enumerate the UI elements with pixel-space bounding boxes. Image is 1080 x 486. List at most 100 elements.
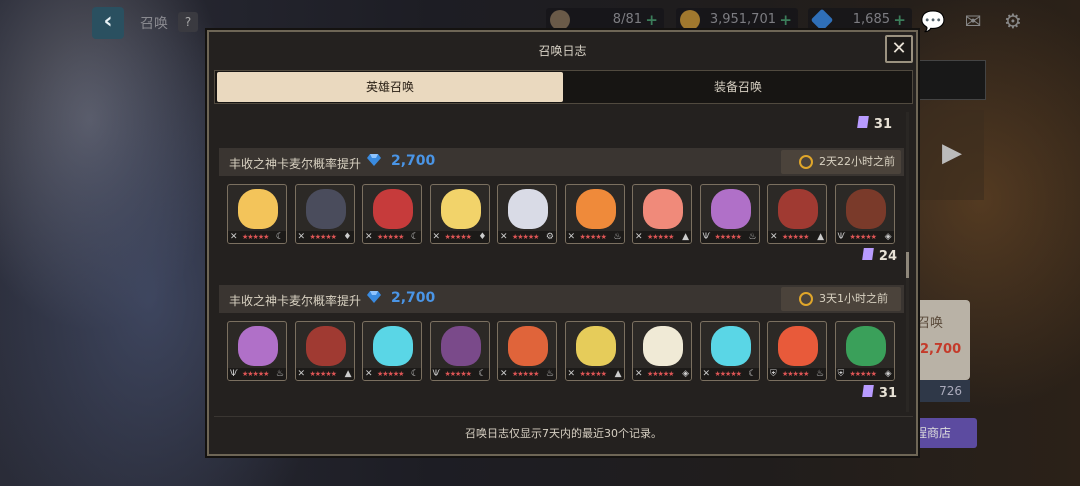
element-icon: ☾ [478,369,487,379]
hero-sprite [305,189,346,229]
hero-info-strip: ✕ ★★★★★ ☾ [363,368,421,380]
hero-info-strip: ✕ ★★★★★ ▲ [295,368,354,380]
summon-button[interactable]: 召唤 2,700 [915,300,970,380]
scrollbar-thumb[interactable] [906,252,909,278]
hero-sprite [845,326,886,366]
class-icon: ✕ [230,232,238,242]
element-icon: ☾ [410,369,419,379]
hero-info-strip: ✕ ★★★★★ ♦ [295,231,354,243]
hero-portrait[interactable]: ✕ ★★★★★ ⚙ [497,184,557,244]
stamina-value: 8/81 [612,12,642,27]
class-icon: Ѱ [837,232,846,242]
hero-portrait[interactable]: ✕ ★★★★★ ☾ [699,321,760,381]
hero-info-strip: ✕ ★★★★★ ☾ [228,231,286,243]
element-icon: ♨ [545,369,554,379]
star-rating-icon: ★★★★★ [309,370,337,378]
star-rating-icon: ★★★★★ [714,233,742,241]
hero-portrait[interactable]: ✕ ★★★★★ ♨ [497,321,557,381]
hero-portrait[interactable]: ✕ ★★★★★ ▲ [632,184,692,244]
hero-portrait[interactable]: ✕ ★★★★★ ♦ [429,184,490,244]
star-rating-icon: ★★★★★ [377,233,404,241]
hero-portrait[interactable]: ✕ ★★★★★ ▲ [767,184,827,244]
star-rating-icon: ★★★★★ [647,233,674,241]
hero-info-strip: ✕ ★★★★★ ☾ [363,231,421,243]
coffee-icon [550,10,570,30]
hero-portrait[interactable]: ✕ ★★★★★ ▲ [294,321,355,381]
settings-gear-icon[interactable]: ⚙ [1000,8,1026,34]
shard-count: 24 [862,248,897,264]
shard-gem-icon [857,116,869,128]
element-icon: ◈ [884,232,892,242]
hero-row: Ѱ ★★★★★ ♨ ✕ ★★★★★ ▲ ✕ ★★★★★ ☾ Ѱ ★★★★★ ☾ ✕ ★★★★★ ♨ ✕ ★★★★… [227,321,903,383]
hero-sprite [710,326,751,366]
shop-button[interactable]: 程商店 [915,418,977,448]
class-icon: ✕ [567,232,576,242]
shard-gem-icon [862,248,874,260]
stamina-counter: 8/81 + [546,8,664,32]
class-icon: ✕ [770,232,778,242]
tab-hero-summon[interactable]: 英雄召唤 [217,72,563,102]
star-rating-icon: ★★★★★ [714,370,742,378]
hero-sprite [643,189,683,229]
hero-sprite [575,326,616,366]
mail-icon[interactable]: ✉ [960,8,986,34]
hero-info-strip: ⛨ ★★★★★ ◈ [835,368,894,380]
class-icon: ⛨ [837,369,845,379]
summon-record-list[interactable]: 31 丰收之神卡麦尔概率提升 2,700 2天22小时之前 ✕ ★★★★★ ☾ ✕ ★★★★★… [214,108,904,412]
tab-equipment-summon[interactable]: 装备召唤 [565,72,911,102]
element-icon: ☾ [748,369,757,379]
hero-portrait[interactable]: ✕ ★★★★★ ◈ [632,321,692,381]
hero-portrait[interactable]: Ѱ ★★★★★ ♨ [227,321,287,381]
gem-icon [367,291,381,303]
hero-portrait[interactable]: ✕ ★★★★★ ☾ [362,184,422,244]
hero-sprite [710,189,751,229]
hero-portrait[interactable]: ⛨ ★★★★★ ◈ [834,321,895,381]
hero-info-strip: Ѱ ★★★★★ ♨ [228,368,286,380]
element-icon: ♨ [748,232,757,242]
gem-icon [367,154,381,166]
element-icon: ♨ [815,369,824,379]
gold-counter: 3,951,701 + [676,8,798,32]
class-icon: ✕ [432,232,441,242]
shard-count: 31 [857,116,892,132]
clock-icon [799,292,813,306]
hero-portrait[interactable]: Ѱ ★★★★★ ♨ [699,184,760,244]
summon-label: 召唤 [917,316,944,331]
close-button[interactable]: ✕ [885,35,913,63]
add-gem-button[interactable]: + [893,8,906,32]
chat-icon[interactable]: 💬 [920,8,946,34]
star-rating-icon: ★★★★★ [377,370,404,378]
hero-portrait[interactable]: ✕ ★★★★★ ▲ [564,321,625,381]
help-button[interactable]: ? [178,12,198,32]
hero-sprite [440,326,481,366]
record-time-badge: 3天1小时之前 [781,287,901,311]
hero-portrait[interactable]: ✕ ★★★★★ ♦ [294,184,355,244]
hero-sprite [575,189,616,229]
class-icon: ✕ [297,369,306,379]
element-icon: ♦ [478,232,487,242]
hero-sprite [440,189,481,229]
next-arrow-icon[interactable]: ▶ [942,138,962,168]
scrollbar[interactable] [906,112,909,412]
add-gold-button[interactable]: + [779,8,792,32]
log-notice: 召唤日志仅显示7天内的最近30个记录。 [214,416,913,451]
star-rating-icon: ★★★★★ [782,233,809,241]
hero-portrait[interactable]: ✕ ★★★★★ ☾ [227,184,287,244]
record-time: 2天22小时之前 [819,155,895,168]
hero-sprite [373,189,413,229]
hero-portrait[interactable]: Ѱ ★★★★★ ☾ [429,321,490,381]
record-title: 丰收之神卡麦尔概率提升 [229,294,362,308]
record-time: 3天1小时之前 [819,292,888,305]
class-icon: ✕ [635,232,643,242]
hero-portrait[interactable]: ✕ ★★★★★ ☾ [362,321,422,381]
hero-portrait[interactable]: Ѱ ★★★★★ ◈ [834,184,895,244]
record-header: 丰收之神卡麦尔概率提升 2,700 2天22小时之前 [219,148,904,176]
hero-portrait[interactable]: ⛨ ★★★★★ ♨ [767,321,827,381]
star-rating-icon: ★★★★★ [647,370,674,378]
hero-info-strip: ✕ ★★★★★ ▲ [768,231,826,243]
star-rating-icon: ★★★★★ [579,370,607,378]
hero-portrait[interactable]: ✕ ★★★★★ ♨ [564,184,625,244]
back-button[interactable]: ‹ [92,7,124,39]
add-stamina-button[interactable]: + [645,8,658,32]
class-icon: Ѱ [432,369,441,379]
